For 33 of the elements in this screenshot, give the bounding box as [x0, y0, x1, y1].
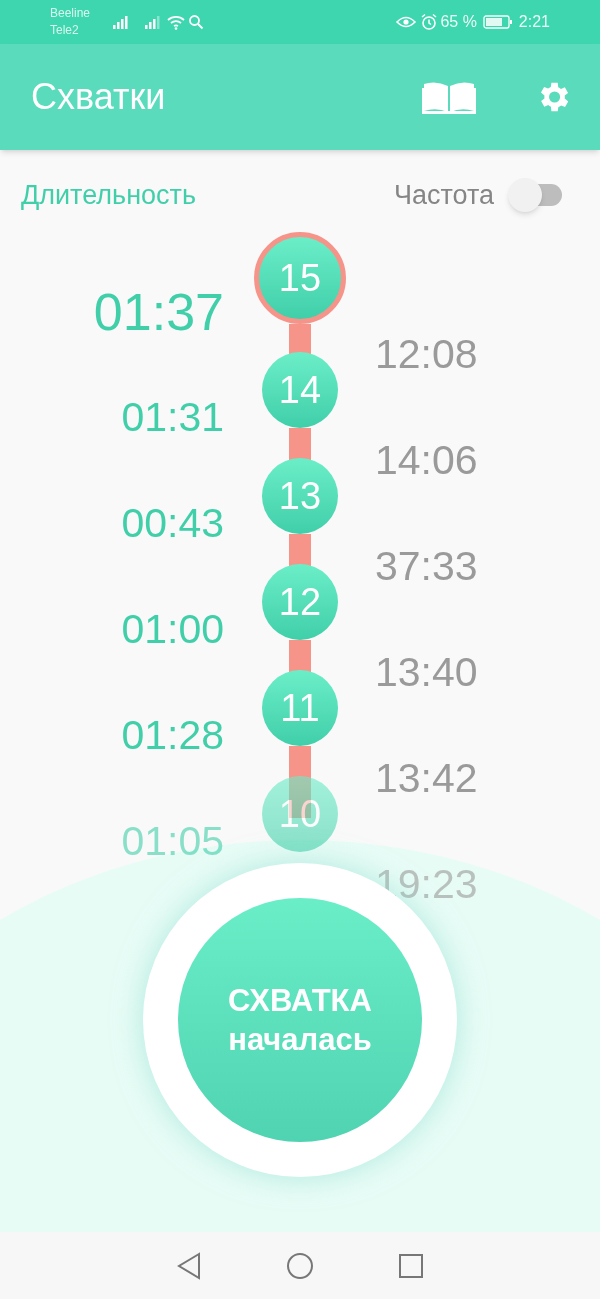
interval-value: 37:33: [375, 542, 479, 591]
interval-value: 13:40: [375, 648, 479, 697]
duration-label: Длительность: [21, 178, 197, 212]
alarm-icon: [420, 13, 439, 31]
eye-icon: [396, 14, 417, 30]
clock-time: 2:21: [518, 12, 550, 32]
contraction-number[interactable]: 14: [262, 352, 338, 428]
carrier-name: Beeline: [50, 5, 91, 22]
search-icon: [188, 14, 205, 30]
home-icon[interactable]: [286, 1251, 314, 1280]
duration-value: 01:28: [121, 711, 225, 760]
back-icon[interactable]: [176, 1251, 202, 1280]
contraction-number[interactable]: 11: [262, 670, 338, 746]
interval-value: 13:42: [375, 754, 479, 803]
duration-value: 01:31: [121, 393, 225, 442]
contraction-number[interactable]: 13: [262, 458, 338, 534]
interval-value: 12:08: [375, 330, 479, 379]
battery-percent: 65 %: [440, 12, 477, 32]
duration-value: 01:05: [121, 817, 225, 866]
recents-icon[interactable]: [398, 1252, 424, 1279]
duration-value: 00:43: [121, 499, 225, 548]
interval-value: 14:06: [375, 436, 479, 485]
duration-value: 01:37: [93, 281, 225, 343]
contraction-number[interactable]: 12: [262, 564, 338, 640]
carrier-name: Tele2: [50, 22, 80, 39]
app-title: Схватки: [31, 75, 167, 119]
contraction-number[interactable]: 10: [262, 776, 338, 852]
wifi-icon: [166, 14, 187, 30]
contraction-number[interactable]: 15: [254, 232, 346, 324]
start-contraction-button[interactable]: СХВАТКА началась: [178, 898, 422, 1142]
duration-value: 01:00: [121, 605, 225, 654]
frequency-label: Частота: [393, 178, 494, 212]
battery-icon: [482, 14, 513, 30]
